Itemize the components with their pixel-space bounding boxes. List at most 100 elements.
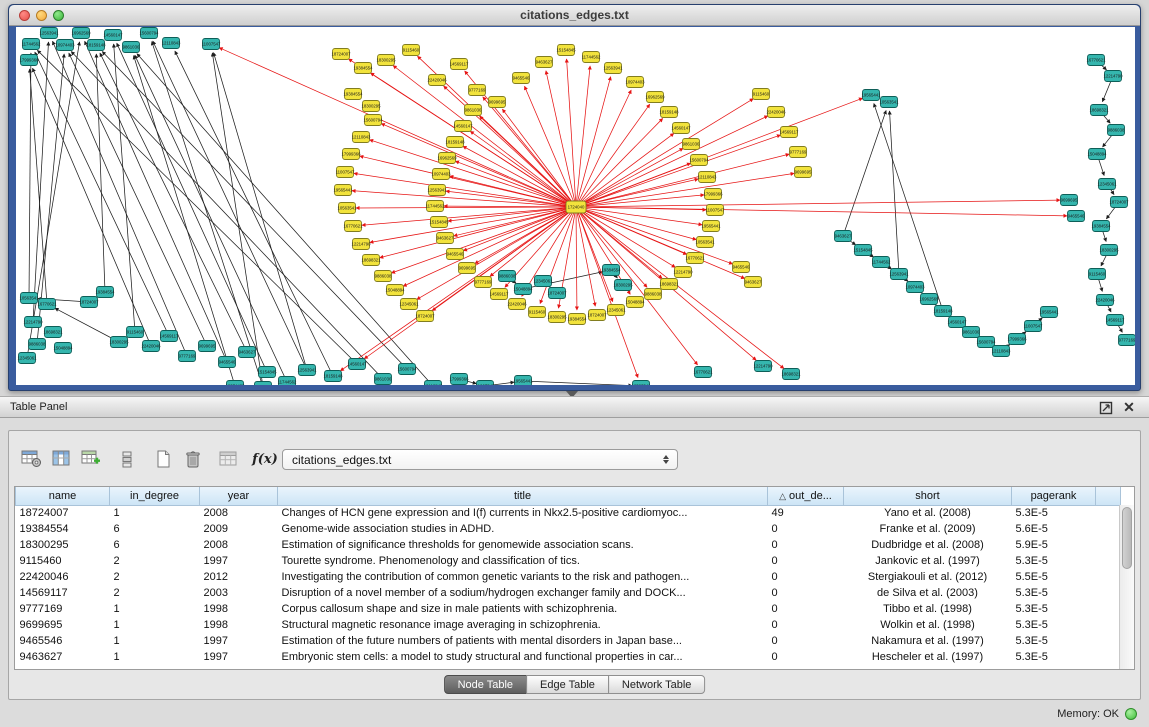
table-cell[interactable]: 0 — [768, 617, 844, 633]
table-cell[interactable]: 5.3E-5 — [1012, 633, 1096, 649]
table-cell[interactable]: Franke et al. (2009) — [844, 521, 1012, 537]
table-cell[interactable]: 2 — [110, 585, 200, 601]
graph-edge[interactable] — [576, 118, 663, 207]
table-row[interactable]: 946554611997Estimation of the future num… — [16, 633, 1121, 649]
table-cell[interactable]: 49 — [768, 505, 844, 521]
table-cell[interactable]: 2 — [110, 569, 200, 585]
tab-network-table[interactable]: Network Table — [608, 675, 706, 694]
graph-edge[interactable] — [114, 44, 135, 332]
column-header-year[interactable]: year — [200, 487, 278, 505]
table-cell[interactable]: 9463627 — [16, 649, 110, 665]
table-cell[interactable]: 0 — [768, 649, 844, 665]
table-cell[interactable]: de Silva et al. (2003) — [844, 585, 1012, 601]
table-cell[interactable]: 1998 — [200, 617, 278, 633]
graph-edge[interactable] — [381, 124, 576, 207]
table-cell[interactable]: 2 — [110, 553, 200, 569]
graph-edge[interactable] — [370, 140, 576, 207]
graph-edge[interactable] — [153, 41, 307, 370]
table-cell[interactable]: 2009 — [200, 521, 278, 537]
table-cell[interactable]: Jankovic et al. (1997) — [844, 553, 1012, 569]
table-cell[interactable]: Wolkin et al. (1998) — [844, 617, 1012, 633]
table-row[interactable]: 1830029562008Estimation of significance … — [16, 537, 1121, 553]
table-cell[interactable]: 5.3E-5 — [1012, 505, 1096, 521]
graph-edge[interactable] — [843, 111, 886, 236]
table-row[interactable]: 2242004622012Investigating the contribut… — [16, 569, 1121, 585]
table-cell[interactable]: 9115460 — [16, 553, 110, 569]
table-cell[interactable]: 14569117 — [16, 585, 110, 601]
table-row[interactable]: 1872400712008Changes of HCN gene express… — [16, 505, 1121, 521]
table-cell[interactable]: 6 — [110, 537, 200, 553]
graph-edge[interactable] — [576, 207, 1067, 216]
table-cell[interactable]: 1 — [110, 601, 200, 617]
column-header-short[interactable]: short — [844, 487, 1012, 505]
table-cell[interactable]: 9699695 — [16, 617, 110, 633]
table-cell[interactable]: 2003 — [200, 585, 278, 601]
table-cell[interactable]: 1 — [110, 649, 200, 665]
table-cell[interactable]: Estimation of significance thresholds fo… — [278, 537, 768, 553]
graph-edge[interactable] — [576, 173, 794, 207]
table-cell[interactable]: Changes of HCN gene expression and I(f) … — [278, 505, 768, 521]
table-cell[interactable]: 5.3E-5 — [1012, 585, 1096, 601]
column-header-pagerank[interactable]: pagerank — [1012, 487, 1096, 505]
tab-node-table[interactable]: Node Table — [444, 675, 527, 694]
graph-edge[interactable] — [576, 207, 698, 365]
table-cell[interactable]: 22420046 — [16, 569, 110, 585]
table-cell[interactable]: 2008 — [200, 537, 278, 553]
graph-edge[interactable] — [354, 173, 576, 207]
graph-edge[interactable] — [576, 207, 696, 240]
table-disabled-button[interactable] — [216, 447, 242, 471]
graph-edge[interactable] — [55, 308, 119, 342]
table-options-button[interactable] — [18, 447, 44, 471]
function-builder-button[interactable]: f(x) — [252, 447, 278, 471]
table-cell[interactable]: 5.6E-5 — [1012, 521, 1096, 537]
graph-edge[interactable] — [480, 116, 576, 207]
table-cell[interactable]: Nakamura et al. (1997) — [844, 633, 1012, 649]
table-cell[interactable]: 0 — [768, 521, 844, 537]
table-cell[interactable]: Tourette syndrome. Phenomenology and cla… — [278, 553, 768, 569]
graph-edge[interactable] — [874, 104, 943, 311]
graph-edge[interactable] — [96, 54, 105, 292]
graph-edge[interactable] — [340, 207, 576, 371]
table-cell[interactable]: Structural magnetic resonance image aver… — [278, 617, 768, 633]
column-header-out_de[interactable]: △out_de... — [768, 487, 844, 505]
table-cell[interactable]: 5.9E-5 — [1012, 537, 1096, 553]
table-cell[interactable]: Investigating the contribution of common… — [278, 569, 768, 585]
table-cell[interactable]: 0 — [768, 537, 844, 553]
table-cell[interactable]: 0 — [768, 585, 844, 601]
graph-edge[interactable] — [219, 48, 576, 207]
float-panel-icon[interactable] — [1099, 401, 1113, 415]
column-header-in_degree[interactable]: in_degree — [110, 487, 200, 505]
table-cell[interactable]: 1997 — [200, 649, 278, 665]
graph-edge[interactable] — [33, 42, 49, 322]
table-cell[interactable]: 5.3E-5 — [1012, 601, 1096, 617]
table-cell[interactable]: 5.3E-5 — [1012, 617, 1096, 633]
scrollbar-thumb[interactable] — [1122, 507, 1132, 569]
graph-edge[interactable] — [356, 207, 576, 208]
table-cell[interactable]: Yano et al. (2008) — [844, 505, 1012, 521]
table-cell[interactable]: 1 — [110, 633, 200, 649]
table-cell[interactable]: 0 — [768, 633, 844, 649]
table-cell[interactable]: 18300295 — [16, 537, 110, 553]
graph-edge[interactable] — [27, 42, 80, 358]
graph-edge[interactable] — [576, 207, 577, 310]
table-row[interactable]: 969969511998Structural magnetic resonanc… — [16, 617, 1121, 633]
table-cell[interactable]: 5.5E-5 — [1012, 569, 1096, 585]
table-cell[interactable]: 1998 — [200, 601, 278, 617]
graph-edge[interactable] — [576, 207, 675, 267]
graph-edge[interactable] — [523, 381, 632, 385]
table-row[interactable]: 1938455462009Genome-wide association stu… — [16, 521, 1121, 537]
tab-edge-table[interactable]: Edge Table — [526, 675, 609, 694]
graph-edge[interactable] — [576, 200, 1060, 207]
graph-edge[interactable] — [214, 53, 307, 370]
table-cell[interactable]: 6 — [110, 521, 200, 537]
table-cell[interactable]: Dudbridge et al. (2008) — [844, 537, 1012, 553]
graph-edge[interactable] — [483, 97, 576, 207]
show-columns-button[interactable] — [48, 447, 74, 471]
row-options-button[interactable] — [114, 447, 140, 471]
table-row[interactable]: 977716911998Corpus callosum shape and si… — [16, 601, 1121, 617]
graph-edge[interactable] — [29, 53, 31, 298]
graph-edge[interactable] — [212, 53, 263, 385]
graph-edge[interactable] — [380, 207, 576, 258]
window-titlebar[interactable]: citations_edges.txt — [9, 5, 1140, 26]
graph-edge[interactable] — [576, 66, 590, 207]
